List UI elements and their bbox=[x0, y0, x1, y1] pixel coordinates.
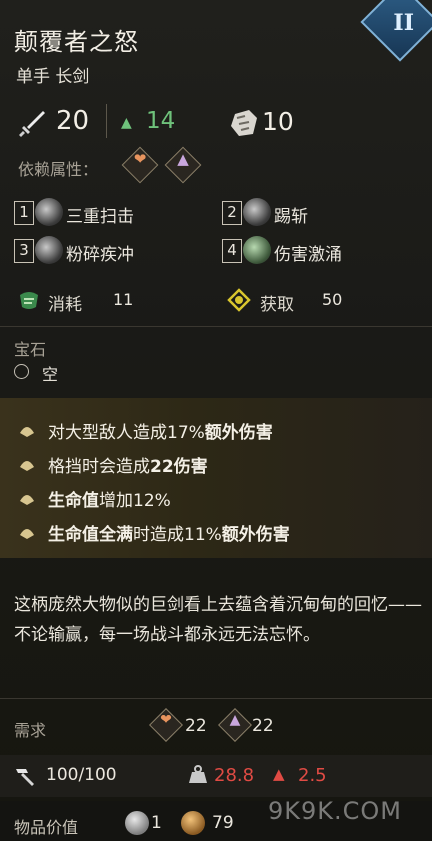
item-value-label: 物品价值 bbox=[14, 818, 79, 837]
empty-gem-slot-icon[interactable] bbox=[14, 364, 29, 379]
hammer-icon bbox=[16, 769, 34, 786]
watermark: 9K9K.COM bbox=[268, 797, 402, 825]
strength-req-glyph: ❤ bbox=[160, 712, 172, 728]
dexterity-attr-glyph: ▲ bbox=[177, 150, 189, 168]
weight-icon bbox=[189, 765, 207, 783]
shell-icon bbox=[20, 427, 34, 437]
item-type: 单手 长剑 bbox=[16, 67, 90, 87]
attack-stats-row: 20 ▲ 14 10 bbox=[0, 104, 432, 144]
shatter-dash-icon bbox=[35, 236, 63, 264]
gain-label: 获取 bbox=[260, 295, 294, 315]
upgrade-arrow-icon: ▲ bbox=[121, 115, 132, 131]
skill-number: 1 bbox=[14, 201, 34, 225]
warning-triangle-icon: ▲ bbox=[273, 765, 285, 783]
affix-text: 生命值增加12% bbox=[48, 491, 171, 511]
consume-value: 11 bbox=[113, 290, 134, 309]
dexterity-req-glyph: ▲ bbox=[229, 712, 241, 728]
silver-coin-icon bbox=[125, 811, 149, 835]
affix-text: 格挡时会造成22伤害 bbox=[48, 457, 208, 477]
divider bbox=[0, 698, 432, 699]
gain-value: 50 bbox=[322, 290, 343, 309]
affix-text: 对大型敌人造成17%额外伤害 bbox=[48, 423, 273, 443]
shell-icon bbox=[20, 529, 34, 539]
skill-number: 3 bbox=[14, 239, 34, 263]
upgrade-value: 14 bbox=[146, 108, 176, 134]
skill-name: 粉碎疾冲 bbox=[66, 245, 134, 265]
triple-sweep-icon bbox=[35, 198, 63, 226]
item-name: 颠覆者之怒 bbox=[14, 28, 139, 56]
gem-section-title: 宝石 bbox=[14, 340, 47, 359]
sword-icon bbox=[19, 111, 45, 137]
kick-slash-icon bbox=[243, 198, 271, 226]
strength-attr-glyph: ❤ bbox=[133, 150, 147, 168]
damage-surge-icon bbox=[243, 236, 271, 264]
requirements-label: 需求 bbox=[14, 721, 47, 740]
gain-icon bbox=[227, 288, 251, 312]
skill-name: 踢斩 bbox=[274, 207, 308, 227]
lore-text: 这柄庞然大物似的巨剑看上去蕴含着沉甸甸的回忆——不论输赢，每一场战斗都永远无法忘… bbox=[14, 595, 422, 645]
consume-icon bbox=[20, 292, 38, 309]
dependency-label: 依赖属性： bbox=[18, 160, 99, 179]
tier-label: II bbox=[393, 10, 414, 36]
dexterity-req-value: 22 bbox=[252, 716, 274, 736]
attack-value: 20 bbox=[56, 106, 90, 136]
silver-value: 1 bbox=[151, 813, 162, 833]
shell-icon bbox=[20, 495, 34, 505]
skill-number: 2 bbox=[222, 201, 242, 225]
stagger-value: 10 bbox=[262, 107, 294, 136]
weight-value: 28.8 bbox=[214, 765, 255, 786]
skill-name: 三重扫击 bbox=[66, 207, 134, 227]
item-tooltip: 颠覆者之怒 单手 长剑 II 20 ▲ 14 10 依赖属性： ❤ ▲ 1 三重… bbox=[0, 0, 432, 841]
weight-warning-value: 2.5 bbox=[298, 765, 327, 786]
divider bbox=[0, 326, 432, 327]
stagger-stone-icon bbox=[231, 110, 257, 136]
strength-req-value: 22 bbox=[185, 716, 207, 736]
gold-value: 79 bbox=[212, 813, 234, 833]
gold-coin-icon bbox=[181, 811, 205, 835]
shell-icon bbox=[20, 461, 34, 471]
gem-slot-value: 空 bbox=[42, 365, 59, 384]
consume-label: 消耗 bbox=[48, 295, 82, 315]
affix-text: 生命值全满时造成11%额外伤害 bbox=[48, 525, 290, 545]
durability-value: 100/100 bbox=[46, 765, 117, 785]
stat-divider bbox=[106, 104, 107, 138]
skill-name: 伤害激涌 bbox=[274, 245, 342, 265]
skill-number: 4 bbox=[222, 239, 242, 263]
